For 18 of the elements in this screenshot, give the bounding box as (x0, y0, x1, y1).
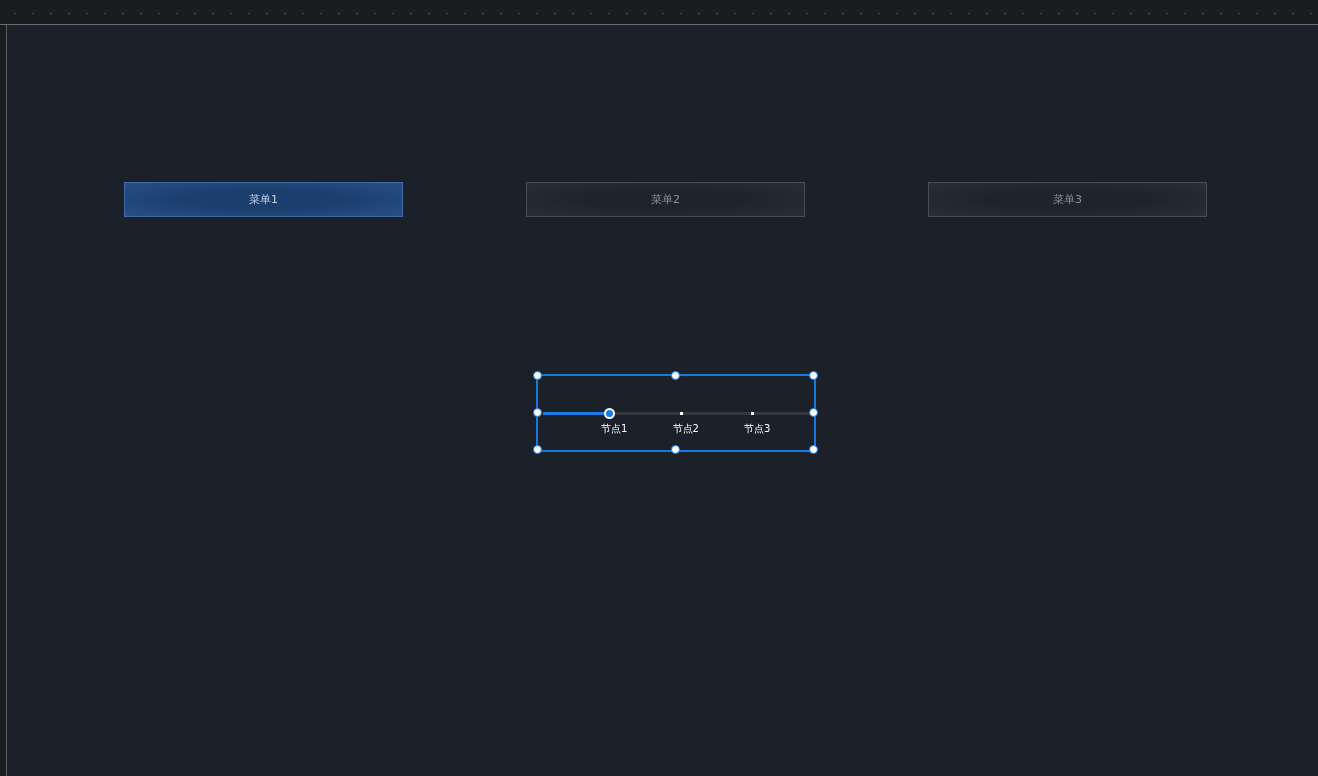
resize-handle[interactable] (809, 445, 818, 454)
resize-handle[interactable] (671, 371, 680, 380)
resize-handle[interactable] (533, 445, 542, 454)
node-label: 节点3 (744, 422, 771, 436)
node-label: 节点2 (672, 422, 699, 436)
node-label: 节点1 (601, 422, 628, 436)
resize-handle[interactable] (809, 371, 818, 380)
resize-handle[interactable] (671, 445, 680, 454)
menu-button[interactable]: 菜单2 (526, 182, 805, 217)
selection-frame[interactable]: 节点1 节点2 节点3 (536, 374, 816, 452)
timeline-node[interactable] (604, 408, 615, 419)
resize-handle[interactable] (533, 371, 542, 380)
resize-handle[interactable] (809, 408, 818, 417)
menu-button[interactable]: 菜单1 (124, 182, 403, 217)
menu-button[interactable]: 菜单3 (928, 182, 1207, 217)
resize-handle[interactable] (533, 408, 542, 417)
timeline-node[interactable] (751, 412, 754, 415)
timeline-node[interactable] (679, 412, 683, 415)
